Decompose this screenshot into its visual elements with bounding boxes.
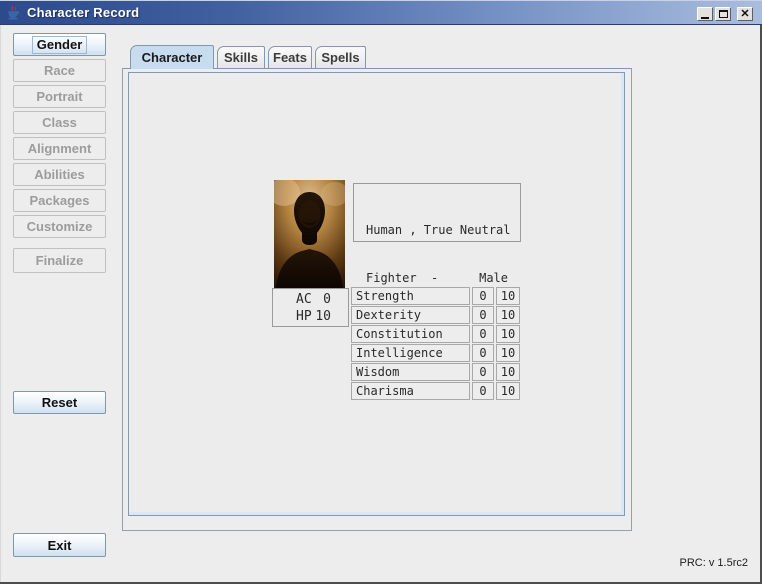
class-button[interactable]: Class [13,111,106,134]
ability-name-intelligence: Intelligence [351,344,470,362]
prc-version-label: PRC: v 1.5rc2 [680,557,748,569]
ability-mod-intelligence: 0 [472,344,494,362]
application-window: Character Record ✕ Gender Race Portrait … [0,0,762,584]
close-button[interactable]: ✕ [737,7,753,21]
ability-name-charisma: Charisma [351,382,470,400]
customize-button[interactable]: Customize [13,215,106,238]
character-portrait [274,180,345,288]
ability-name-dexterity: Dexterity [351,306,470,324]
class-text: Fighter - [366,271,438,285]
ability-score-intelligence: 10 [496,344,520,362]
title-bar[interactable]: Character Record ✕ [0,0,762,25]
reset-button[interactable]: Reset [13,391,106,414]
hp-value: 10 [315,308,331,325]
exit-button[interactable]: Exit [13,533,106,557]
gender-text: Male [479,271,508,285]
ability-score-charisma: 10 [496,382,520,400]
ability-score-dexterity: 10 [496,306,520,324]
packages-button[interactable]: Packages [13,189,106,212]
window-title: Character Record [27,1,139,25]
tab-spells[interactable]: Spells [315,46,366,68]
maximize-button[interactable] [715,7,731,21]
ability-score-constitution: 10 [496,325,520,343]
alignment-button[interactable]: Alignment [13,137,106,160]
tab-feats[interactable]: Feats [268,46,312,68]
ability-score-wisdom: 10 [496,363,520,381]
minimize-icon [701,17,709,19]
gender-button[interactable]: Gender [13,33,106,56]
race-button[interactable]: Race [13,59,106,82]
ability-name-constitution: Constitution [351,325,470,343]
race-alignment-text: Human , True Neutral [366,223,508,237]
gender-button-label: Gender [32,36,88,54]
ability-name-wisdom: Wisdom [351,363,470,381]
maximize-icon [719,10,728,18]
hp-label: HP [296,308,312,325]
ability-score-strength: 10 [496,287,520,305]
ability-mod-charisma: 0 [472,382,494,400]
character-summary-box: Human , True Neutral Fighter - Male [353,183,521,242]
tab-skills[interactable]: Skills [217,46,265,68]
ability-mod-wisdom: 0 [472,363,494,381]
java-cup-icon [5,5,21,21]
ability-mod-constitution: 0 [472,325,494,343]
ability-mod-dexterity: 0 [472,306,494,324]
ability-name-strength: Strength [351,287,470,305]
ability-mod-strength: 0 [472,287,494,305]
ac-label: AC [296,291,312,308]
abilities-button[interactable]: Abilities [13,163,106,186]
ac-value: 0 [323,291,331,308]
finalize-button[interactable]: Finalize [13,248,106,273]
tab-character[interactable]: Character [130,45,214,69]
ac-hp-box: AC 0 HP 10 [272,288,349,327]
minimize-button[interactable] [697,7,713,21]
close-icon: ✕ [740,8,749,20]
portrait-button[interactable]: Portrait [13,85,106,108]
